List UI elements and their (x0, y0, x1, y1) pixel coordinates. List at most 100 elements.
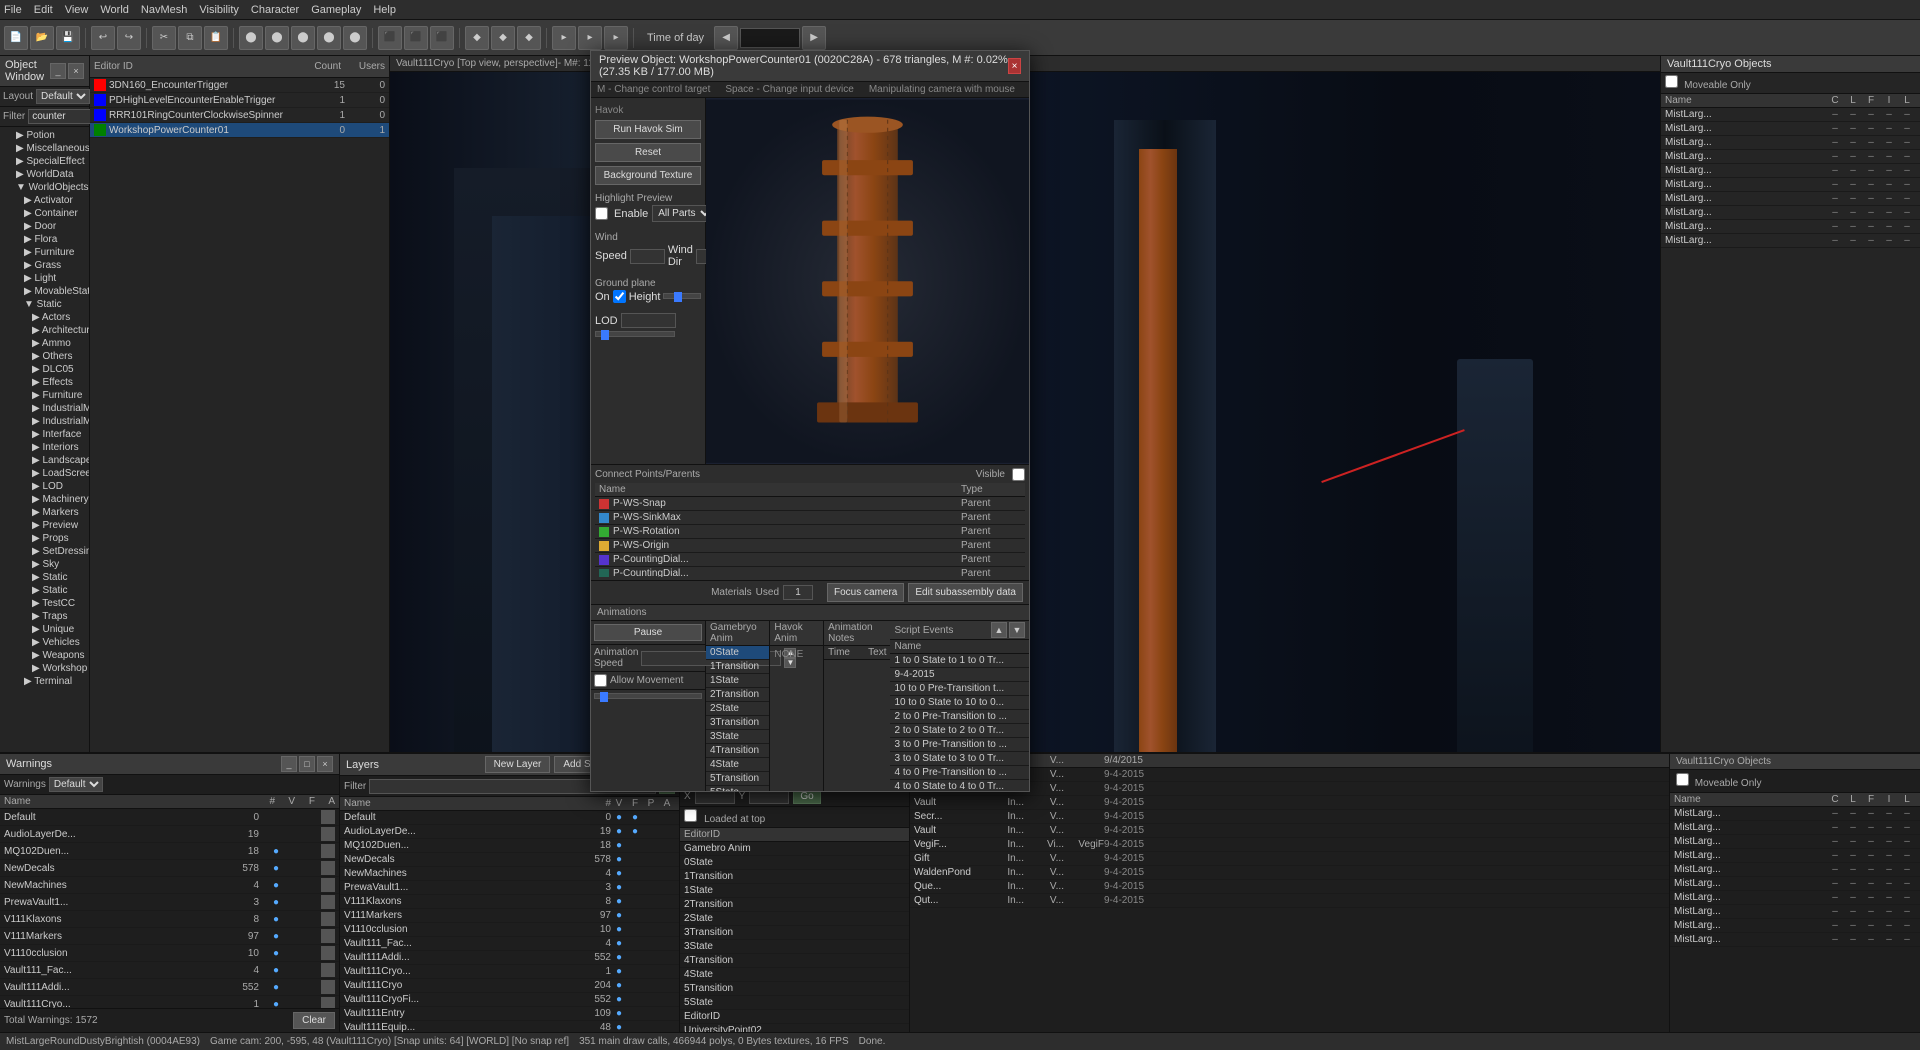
warning-eye-icon[interactable] (321, 827, 335, 841)
tree-item-specialeffect[interactable]: ▶ SpecialEffect (0, 155, 89, 168)
warning-row[interactable]: MQ102Duen... 18 ● (0, 843, 339, 860)
tree-item-landscape[interactable]: ▶ Landscape (0, 454, 89, 467)
script-event-row[interactable]: 10 to 0 State to 10 to 0... (890, 696, 1029, 710)
tree-item-setdressing[interactable]: ▶ SetDressing (0, 545, 89, 558)
toolbar-btn2[interactable]: ⬤ (265, 26, 289, 50)
menubar-navmesh[interactable]: NavMesh (141, 4, 187, 16)
tree-item-furniture[interactable]: ▶ Furniture (0, 389, 89, 402)
toolbar-btn9[interactable]: ◆ (465, 26, 489, 50)
layer-row[interactable]: Vault111Addi... 552 ● (340, 951, 679, 965)
rt-row[interactable]: Gift In... V... 9-4-2015 (910, 852, 1669, 866)
toolbar-undo[interactable]: ↩ (91, 26, 115, 50)
layer-row[interactable]: NewDecals 578 ● (340, 853, 679, 867)
fr-row[interactable]: MistLarg... – – – – – (1670, 877, 1920, 891)
tree-item-potion[interactable]: ▶ Potion (0, 129, 89, 142)
toolbar-btn12[interactable]: ▸ (552, 26, 576, 50)
vault-row[interactable]: MistLarg... – – – – – (1661, 178, 1920, 192)
toolbar-btn10[interactable]: ◆ (491, 26, 515, 50)
tree-item-props[interactable]: ▶ Props (0, 532, 89, 545)
layer-row[interactable]: Vault111Entry 109 ● (340, 1007, 679, 1021)
toolbar-btn8[interactable]: ⬛ (430, 26, 454, 50)
edit-subassembly-btn[interactable]: Edit subassembly data (908, 583, 1023, 602)
lod-input[interactable]: 0.000 (621, 313, 676, 328)
list-col-count[interactable]: Count (291, 61, 341, 72)
script-event-row[interactable]: 4 to 0 State to 4 to 0 Tr... (890, 780, 1029, 791)
warning-eye-icon[interactable] (321, 963, 335, 977)
connect-point-row[interactable]: P-CountingDial... Parent (595, 567, 1025, 577)
vault-row[interactable]: MistLarg... – – – – – (1661, 220, 1920, 234)
script-events-scroll-up[interactable]: ▲ (991, 622, 1007, 638)
anim-row[interactable]: 5Transition (706, 772, 769, 786)
cellview-loaded-checkbox[interactable] (684, 809, 697, 822)
time-value-input[interactable]: 10.00 (740, 28, 800, 48)
cellview-row[interactable]: 4State (680, 968, 909, 982)
warning-row[interactable]: Default 0 (0, 809, 339, 826)
list-row-workshoppowercounter01[interactable]: WorkshopPowerCounter01 0 1 (90, 123, 389, 138)
tree-item-sky[interactable]: ▶ Sky (0, 558, 89, 571)
script-event-row[interactable]: 1 to 0 State to 1 to 0 Tr... (890, 654, 1029, 668)
tree-item-static[interactable]: ▶ Static (0, 571, 89, 584)
connect-point-row[interactable]: P-WS-Rotation Parent (595, 525, 1025, 539)
tree-item-interface[interactable]: ▶ Interface (0, 428, 89, 441)
warning-row[interactable]: AudioLayerDe... 19 (0, 826, 339, 843)
tree-item-grass[interactable]: ▶ Grass (0, 259, 89, 272)
warning-row[interactable]: Vault111Addi... 552 ● (0, 979, 339, 996)
tree-item-preview[interactable]: ▶ Preview (0, 519, 89, 532)
warning-row[interactable]: NewDecals 578 ● (0, 860, 339, 877)
anim-row[interactable]: 5State (706, 786, 769, 791)
layer-row[interactable]: Default 0 ● ● (340, 811, 679, 825)
background-texture-btn[interactable]: Background Texture (595, 166, 701, 185)
vault-row[interactable]: MistLarg... – – – – – (1661, 150, 1920, 164)
warning-row[interactable]: PrewaVault1... 3 ● (0, 894, 339, 911)
fr-row[interactable]: MistLarg... – – – – – (1670, 835, 1920, 849)
connect-point-row[interactable]: P-CountingDial... Parent (595, 553, 1025, 567)
script-event-row[interactable]: 3 to 0 State to 3 to 0 Tr... (890, 752, 1029, 766)
highlight-enable-checkbox[interactable] (595, 207, 608, 220)
list-row-pdhighlevelencounterenabletrigger[interactable]: PDHighLevelEncounterEnableTrigger 1 0 (90, 93, 389, 108)
connect-point-row[interactable]: P-WS-SinkMax Parent (595, 511, 1025, 525)
warnings-layout-select[interactable]: Default (49, 777, 103, 792)
tree-item-testcc[interactable]: ▶ TestCC (0, 597, 89, 610)
toolbar-save[interactable]: 💾 (56, 26, 80, 50)
menubar-edit[interactable]: Edit (34, 4, 53, 16)
tree-item-worldobjects[interactable]: ▼ WorldObjects (0, 181, 89, 194)
tree-item-static[interactable]: ▶ Static (0, 584, 89, 597)
tree-item-lod[interactable]: ▶ LOD (0, 480, 89, 493)
rt-row[interactable]: VegiF... In... Vi... VegiF 9-4-2015 (910, 838, 1669, 852)
layer-row[interactable]: PrewaVault1... 3 ● (340, 881, 679, 895)
script-event-row[interactable]: 10 to 0 Pre-Transition t... (890, 682, 1029, 696)
tree-item-actors[interactable]: ▶ Actors (0, 311, 89, 324)
menubar-view[interactable]: View (65, 4, 89, 16)
rt-row[interactable]: WaldenPond In... V... 9-4-2015 (910, 866, 1669, 880)
layout-select[interactable]: Default (36, 89, 90, 104)
toolbar-btn5[interactable]: ⬤ (343, 26, 367, 50)
cellview-row[interactable]: 3Transition (680, 926, 909, 940)
warning-eye-icon[interactable] (321, 997, 335, 1008)
rt-row[interactable]: Secr... In... V... 9-4-2015 (910, 810, 1669, 824)
menubar-character[interactable]: Character (251, 4, 299, 16)
cellview-row[interactable]: 0State (680, 856, 909, 870)
highlight-parts-select[interactable]: All Parts (652, 205, 714, 222)
toolbar-paste[interactable]: 📋 (204, 26, 228, 50)
time-increase-btn[interactable]: ▶ (802, 26, 826, 50)
toolbar-btn13[interactable]: ▸ (578, 26, 602, 50)
run-havok-sim-btn[interactable]: Run Havok Sim (595, 120, 701, 139)
tree-item-others[interactable]: ▶ Others (0, 350, 89, 363)
vault-row[interactable]: MistLarg... – – – – – (1661, 108, 1920, 122)
layer-row[interactable]: Vault111Cryo 204 ● (340, 979, 679, 993)
warning-eye-icon[interactable] (321, 980, 335, 994)
tree-item-flora[interactable]: ▶ Flora (0, 233, 89, 246)
layer-row[interactable]: Vault111Equip... 48 ● (340, 1021, 679, 1032)
toolbar-btn6[interactable]: ⬛ (378, 26, 402, 50)
script-event-row[interactable]: 3 to 0 Pre-Transition to ... (890, 738, 1029, 752)
fr-row[interactable]: MistLarg... – – – – – (1670, 919, 1920, 933)
vault-row[interactable]: MistLarg... – – – – – (1661, 234, 1920, 248)
connect-point-row[interactable]: P-WS-Origin Parent (595, 539, 1025, 553)
lod-slider[interactable] (595, 331, 675, 337)
cellview-row[interactable]: 5State (680, 996, 909, 1010)
anim-row[interactable]: 2Transition (706, 688, 769, 702)
rt-row[interactable]: Que... In... V... 9-4-2015 (910, 880, 1669, 894)
cellview-row[interactable]: 1Transition (680, 870, 909, 884)
preview-dialog-header[interactable]: Preview Object: WorkshopPowerCounter01 (… (591, 51, 1029, 82)
object-window-close[interactable]: × (68, 63, 84, 79)
